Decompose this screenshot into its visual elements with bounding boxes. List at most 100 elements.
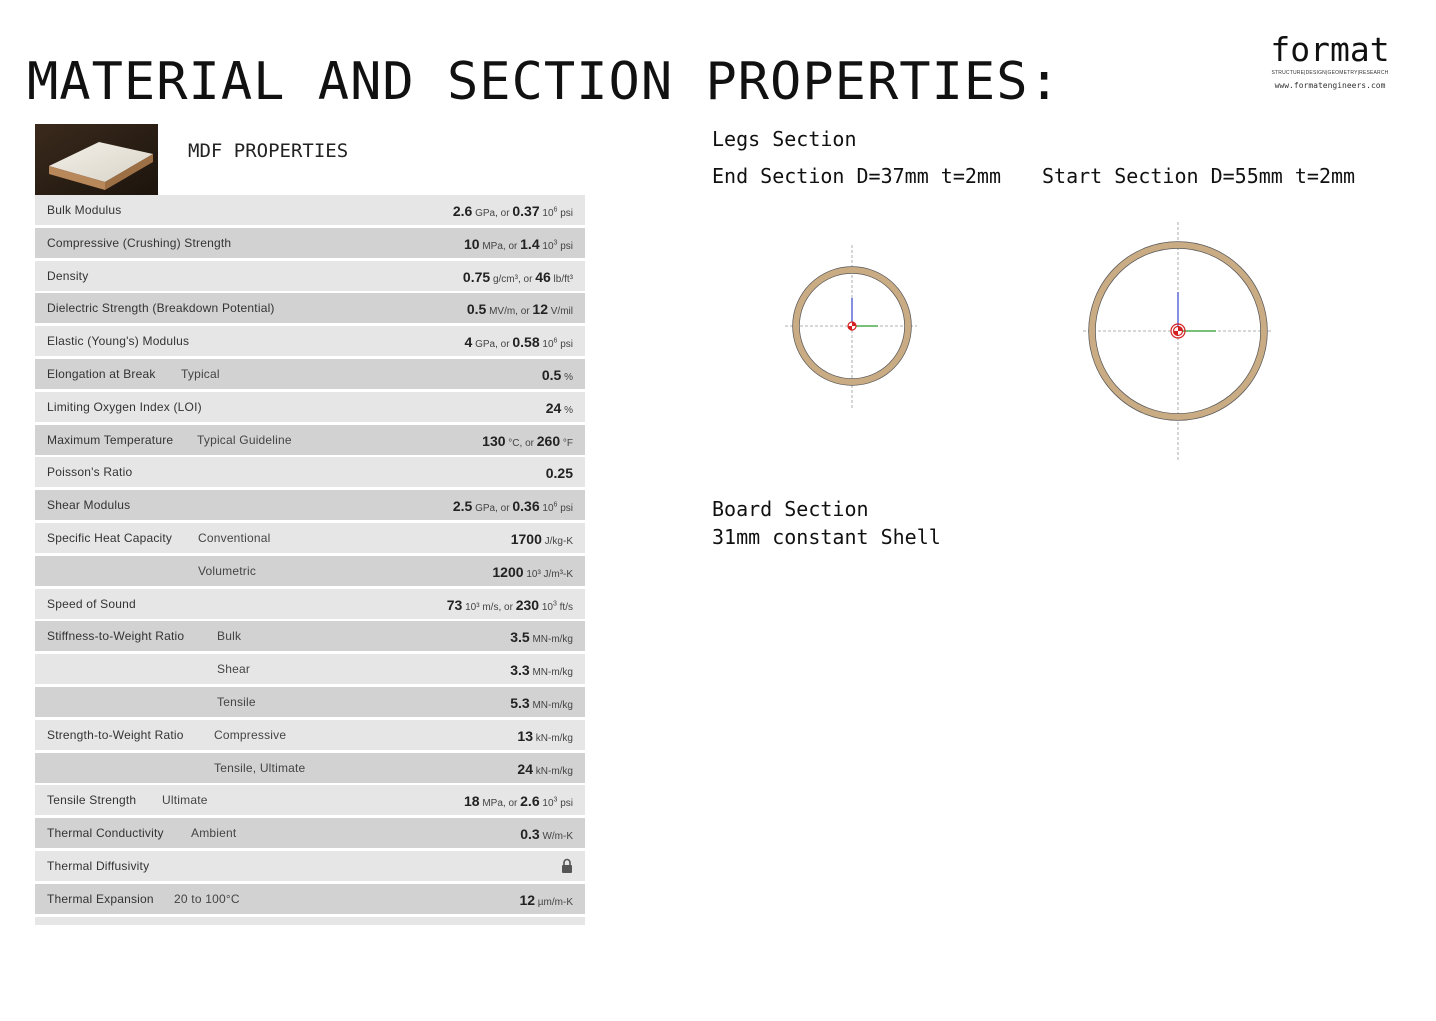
- logo-url: www.formatengineers.com: [1274, 81, 1386, 90]
- unit-primary: MN-m/kg: [532, 667, 573, 679]
- company-logo: format STRUCTURE|DESIGN|GEOMETRY|RESEARC…: [1270, 30, 1390, 90]
- unit-primary: %: [564, 371, 573, 383]
- property-value: 3.3 MN-m/kg: [510, 662, 573, 678]
- unit-exponent: 3: [552, 600, 557, 608]
- unit-secondary: ft/s: [559, 601, 573, 613]
- property-name: Thermal Conductivity: [47, 826, 164, 841]
- property-name: Tensile Strength: [47, 793, 137, 808]
- property-name: Limiting Oxygen Index (LOI): [47, 399, 202, 414]
- value-secondary: 46: [535, 268, 551, 285]
- mdf-heading: MDF PROPERTIES: [188, 140, 349, 162]
- value-primary: 73: [446, 596, 463, 613]
- property-row: Shear Modulus 2.5 GPa, or 0.36 106 psi: [35, 490, 585, 521]
- property-name: Specific Heat Capacity: [47, 530, 173, 545]
- property-value: 0.5 MV/m, or 12 V/mil: [467, 301, 573, 317]
- value-secondary: 0.58: [512, 334, 540, 351]
- value-primary: 24: [517, 760, 533, 777]
- unit-secondary: psi: [560, 208, 573, 219]
- property-name: Dielectric Strength (Breakdown Potential…: [47, 301, 275, 316]
- unit-exponent: 6: [553, 501, 558, 509]
- page-title: MATERIAL AND SECTION PROPERTIES:: [27, 52, 1061, 112]
- unit-exponent-base: 10: [542, 240, 554, 252]
- property-row: Thermal Conductivity Ambient 0.3 W/m-K: [35, 818, 585, 849]
- property-name: Maximum Temperature: [47, 432, 174, 447]
- value-secondary: 2.6: [520, 793, 540, 810]
- property-value: 130 °C, or 260 °F: [482, 433, 573, 449]
- property-condition: Typical: [181, 366, 220, 381]
- mdf-board-photo: [35, 124, 158, 195]
- value-primary: 3.5: [510, 629, 530, 646]
- unit-primary: MN-m/kg: [532, 634, 573, 646]
- logo-tagline: STRUCTURE|DESIGN|GEOMETRY|RESEARCH: [1271, 70, 1389, 76]
- property-row: Tensile Strength Ultimate 18 MPa, or 2.6 1…: [35, 785, 585, 816]
- value-secondary: 12: [532, 301, 548, 318]
- property-value: 3.5 MN-m/kg: [510, 629, 573, 645]
- value-primary: 0.5: [466, 301, 487, 318]
- property-condition: Volumetric: [198, 563, 257, 578]
- value-primary: 0.25: [545, 465, 573, 482]
- unit-exponent: 6: [553, 206, 558, 214]
- table-footer-strip: [35, 916, 585, 925]
- property-name: Strength-to-Weight Ratio: [47, 727, 184, 742]
- property-row: Maximum Temperature Typical Guideline 130 …: [35, 424, 585, 455]
- property-name: Elastic (Young's) Modulus: [47, 334, 190, 349]
- property-row: Volumetric 1200 10³ J/m³-K: [35, 555, 585, 586]
- end-section-title: End Section D=37mm t=2mm: [712, 164, 1001, 188]
- unit-primary: 10³ m/s, or: [465, 601, 513, 613]
- value-primary: 2.5: [452, 498, 473, 515]
- property-name: Poisson's Ratio: [47, 465, 133, 480]
- unit-primary: kN-m/kg: [535, 765, 573, 777]
- unit-primary: MV/m, or: [489, 306, 530, 318]
- property-name: Speed of Sound: [47, 596, 136, 611]
- unit-secondary: lb/ft³: [553, 273, 573, 285]
- property-row: Limiting Oxygen Index (LOI) 24 %: [35, 391, 585, 422]
- property-value: 1200 10³ J/m³-K: [492, 564, 573, 580]
- value-primary: 18: [463, 793, 480, 810]
- unit-primary: MN-m/kg: [532, 699, 573, 711]
- value-primary: 13: [517, 727, 533, 744]
- unit-exponent-base: 10: [542, 798, 554, 810]
- property-name: Shear Modulus: [47, 498, 131, 513]
- unit-secondary: psi: [560, 503, 573, 515]
- unit-secondary: psi: [560, 240, 573, 252]
- value-primary: 1700: [510, 530, 542, 547]
- unit-exponent: 3: [553, 239, 558, 247]
- board-section-description: 31mm constant Shell: [712, 525, 941, 549]
- unit-primary: J/kg-K: [544, 535, 573, 547]
- property-value: 2.6 GPa, or 0.37 106 psi: [453, 203, 573, 219]
- property-condition: Tensile: [217, 694, 256, 709]
- property-row: Specific Heat Capacity Conventional 1700 J…: [35, 522, 585, 553]
- property-row: Tensile 5.3 MN-m/kg: [35, 686, 585, 717]
- unit-exponent-base: 10: [542, 208, 554, 219]
- property-value: 0.25: [546, 465, 573, 481]
- property-row: Dielectric Strength (Breakdown Potential…: [35, 293, 585, 324]
- start-section-diagram: [1083, 222, 1273, 462]
- unit-exponent: 3: [553, 797, 558, 805]
- unit-primary: GPa, or: [475, 503, 510, 515]
- board-section-title: Board Section: [712, 497, 869, 521]
- property-row: Tensile, Ultimate 24 kN-m/kg: [35, 752, 585, 783]
- property-condition: Ambient: [191, 826, 237, 841]
- property-condition: Bulk: [217, 629, 242, 644]
- value-secondary: 0.36: [512, 498, 540, 515]
- value-secondary: 260: [536, 432, 561, 449]
- start-section-title: Start Section D=55mm t=2mm: [1042, 164, 1356, 188]
- unit-secondary: V/mil: [550, 306, 573, 318]
- property-value: 0.3 W/m-K: [520, 826, 573, 842]
- property-value: 5.3 MN-m/kg: [510, 695, 573, 711]
- property-name: Elongation at Break: [47, 366, 156, 381]
- unit-secondary: °F: [562, 437, 573, 449]
- property-row: Shear 3.3 MN-m/kg: [35, 654, 585, 685]
- value-secondary: 230: [515, 596, 540, 613]
- property-row: Density 0.75 g/cm³, or 46 lb/ft³: [35, 260, 585, 291]
- property-value: 4 GPa, or 0.58 106 psi: [465, 334, 573, 350]
- unit-exponent-base: 10: [541, 601, 553, 613]
- property-row: Stiffness-to-Weight Ratio Bulk 3.5 MN-m/kg: [35, 621, 585, 652]
- value-primary: 3.3: [510, 662, 530, 679]
- property-row: Elongation at Break Typical 0.5 %: [35, 358, 585, 389]
- property-value: 24 %: [546, 400, 573, 416]
- unit-secondary: psi: [560, 798, 573, 810]
- value-primary: 0.75: [462, 268, 491, 285]
- lock-icon[interactable]: [561, 858, 573, 874]
- property-name: Thermal Expansion: [47, 891, 154, 906]
